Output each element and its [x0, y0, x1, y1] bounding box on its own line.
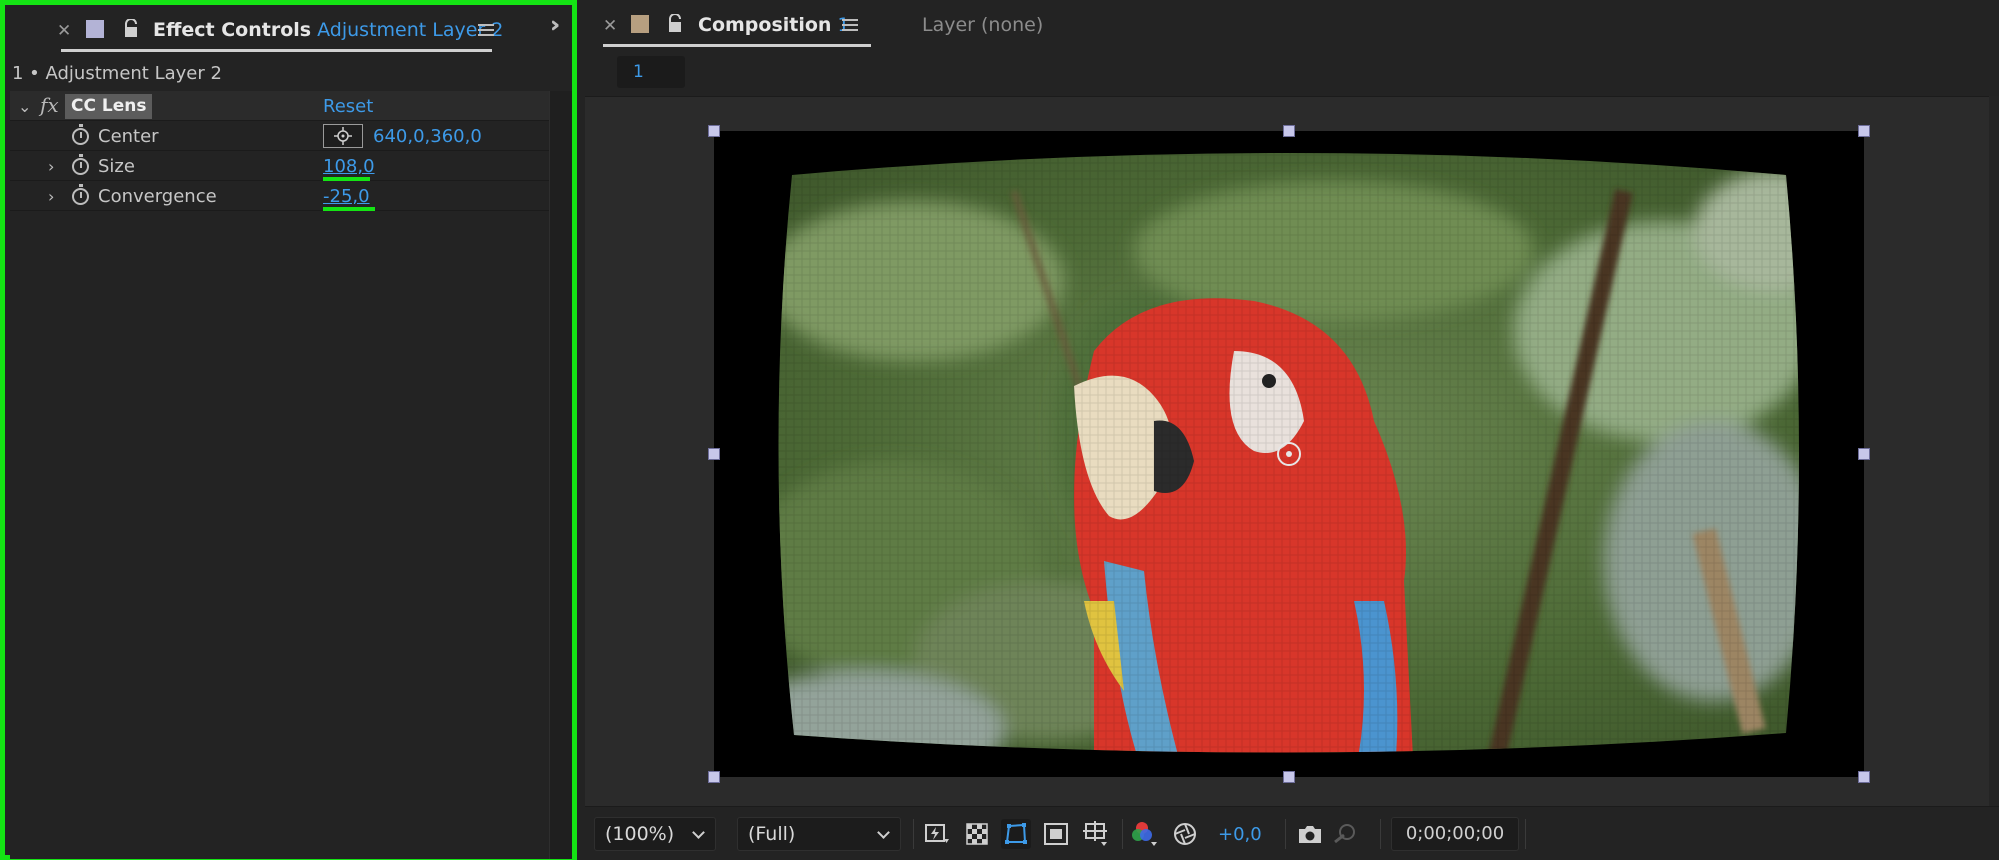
composition-tabbar: ✕ Composition 1 Layer (none): [585, 0, 1999, 50]
convergence-value[interactable]: -25,0: [323, 186, 370, 207]
reset-button[interactable]: Reset: [323, 96, 373, 117]
snapshot-icon[interactable]: [1295, 819, 1325, 849]
toolbar-divider: [1122, 819, 1123, 849]
fast-preview-icon[interactable]: [922, 819, 952, 849]
property-name: Size: [98, 156, 135, 177]
layer-handle[interactable]: [1858, 125, 1870, 137]
layer-handle[interactable]: [708, 125, 720, 137]
show-snapshot-icon[interactable]: [1330, 819, 1360, 849]
toolbar-divider: [1380, 819, 1381, 849]
reset-exposure-icon[interactable]: [1170, 819, 1200, 849]
lock-icon[interactable]: [666, 13, 684, 38]
panel-overflow-icon[interactable]: ››: [550, 13, 561, 38]
stopwatch-icon[interactable]: [72, 184, 89, 205]
active-tab-underline: [61, 49, 492, 52]
label-color-swatch[interactable]: [631, 15, 649, 33]
resolution-dropdown[interactable]: (Full): [737, 817, 901, 851]
center-value[interactable]: 640,0,360,0: [373, 126, 482, 147]
stopwatch-icon[interactable]: [72, 124, 89, 145]
effect-name[interactable]: CC Lens: [65, 94, 153, 119]
close-tab-icon[interactable]: ✕: [57, 21, 71, 41]
chevron-down-icon: [692, 826, 705, 839]
active-tab-underline: [603, 44, 871, 47]
composition-subtab[interactable]: 1: [617, 56, 685, 88]
layer-handle[interactable]: [708, 448, 720, 460]
current-time-display[interactable]: 0;00;00;00: [1391, 817, 1519, 851]
effect-controls-panel: ✕ Effect Controls Adjustment Layer 2 ›› …: [0, 0, 577, 860]
close-tab-icon[interactable]: ✕: [603, 16, 617, 36]
composition-tab-label: Composition: [698, 14, 832, 36]
viewer-scrollbar[interactable]: [1989, 96, 1999, 806]
label-color-swatch[interactable]: [86, 20, 104, 38]
composition-tab[interactable]: Composition 1: [698, 14, 850, 36]
mask-visibility-icon[interactable]: [1001, 819, 1031, 849]
layer-header: 1 • Adjustment Layer 2: [12, 63, 222, 84]
composition-frame[interactable]: [714, 131, 1864, 777]
toolbar-divider: [1525, 819, 1526, 849]
viewer-toolbar: (100%) (Full) +0,0 0;00;00;00: [585, 806, 1999, 860]
chevron-down-icon[interactable]: ⌄: [18, 97, 31, 116]
stopwatch-icon[interactable]: [72, 154, 89, 175]
scrollbar[interactable]: [549, 91, 572, 859]
property-name: Center: [98, 126, 159, 147]
panel-menu-icon[interactable]: [842, 19, 858, 34]
fx-toggle-icon[interactable]: fx: [40, 93, 59, 117]
panel-menu-icon[interactable]: [478, 24, 494, 39]
region-of-interest-icon[interactable]: [1041, 819, 1071, 849]
layer-handle[interactable]: [708, 771, 720, 783]
composition-viewer[interactable]: [585, 96, 1989, 806]
layer-handle[interactable]: [1858, 771, 1870, 783]
zoom-dropdown[interactable]: (100%): [594, 817, 716, 851]
chevron-down-icon: [877, 826, 890, 839]
layer-handle[interactable]: [1283, 771, 1295, 783]
exposure-value[interactable]: +0,0: [1218, 824, 1262, 845]
chevron-right-icon[interactable]: ›: [48, 187, 54, 206]
effect-controls-tab[interactable]: Effect Controls Adjustment Layer 2: [153, 19, 503, 41]
grid-guides-icon[interactable]: [1081, 819, 1111, 849]
effect-controls-tabbar: ✕ Effect Controls Adjustment Layer 2 ››: [5, 5, 572, 55]
lock-icon[interactable]: [122, 18, 140, 43]
parrot-image: [778, 153, 1799, 753]
composition-panel: ✕ Composition 1 Layer (none) 1: [585, 0, 1999, 860]
property-row-size: › Size 108,0: [10, 151, 549, 181]
point-control-button[interactable]: [323, 124, 363, 148]
layer-viewer-tab[interactable]: Layer (none): [922, 14, 1043, 36]
zoom-value: (100%): [605, 823, 675, 845]
effect-controls-layer-name: Adjustment Layer 2: [317, 19, 504, 41]
property-name: Convergence: [98, 186, 217, 207]
layer-handle[interactable]: [1858, 448, 1870, 460]
toolbar-divider: [913, 819, 914, 849]
effect-row-cc-lens[interactable]: ⌄ fx CC Lens Reset: [10, 91, 549, 121]
crosshair-icon: [334, 127, 352, 145]
property-row-convergence: › Convergence -25,0: [10, 181, 549, 211]
resolution-value: (Full): [748, 823, 796, 845]
effects-list: ⌄ fx CC Lens Reset Center 640,0,360,0 › …: [10, 91, 549, 859]
chevron-right-icon[interactable]: ›: [48, 157, 54, 176]
toolbar-divider: [1285, 819, 1286, 849]
effect-controls-tab-label: Effect Controls: [153, 19, 312, 41]
highlight-underline: [323, 207, 375, 211]
size-value[interactable]: 108,0: [323, 156, 375, 177]
property-row-center: Center 640,0,360,0: [10, 121, 549, 151]
transparency-grid-icon[interactable]: [962, 819, 992, 849]
layer-handle[interactable]: [1283, 125, 1295, 137]
color-channels-icon[interactable]: [1130, 819, 1160, 849]
